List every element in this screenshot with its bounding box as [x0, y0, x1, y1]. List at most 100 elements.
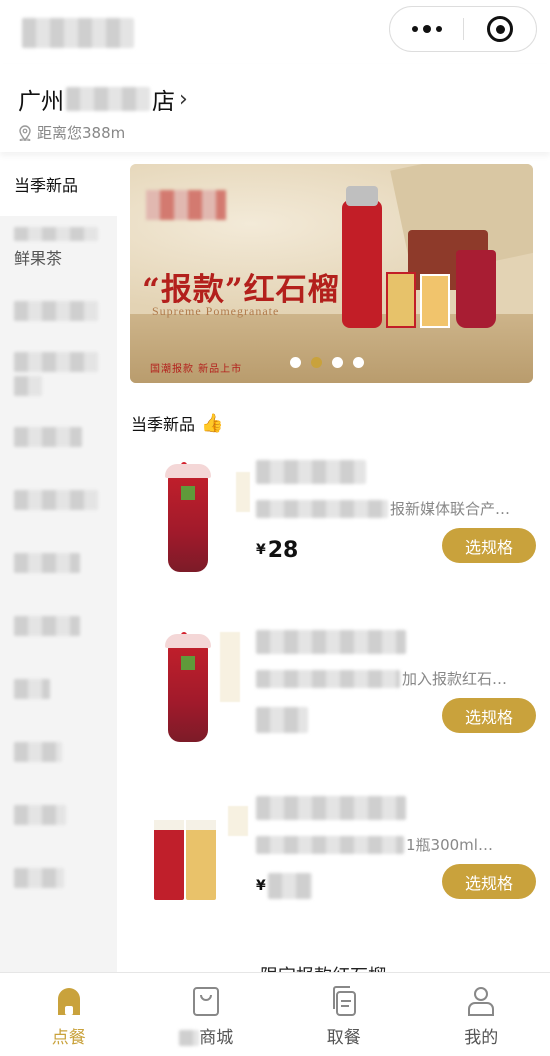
app-title-redacted: [22, 18, 134, 48]
redacted-text: [14, 552, 80, 573]
store-name-suffix: 店: [152, 89, 175, 115]
sidebar-item[interactable]: [0, 594, 117, 657]
product-card[interactable]: 加入报款红石… 选规格: [130, 626, 540, 776]
price-redacted: [256, 707, 308, 733]
sidebar-item-fruit-tea[interactable]: 鲜果茶: [0, 216, 117, 279]
tab-mall[interactable]: 商城: [138, 973, 276, 1056]
redacted-text: [256, 499, 388, 518]
sidebar-item[interactable]: [0, 846, 117, 909]
redacted-text: [14, 741, 62, 762]
product-description: 1瓶300ml…: [256, 834, 493, 855]
drink-cup-image: [165, 464, 211, 572]
product-image: [148, 462, 250, 592]
banner-flask-image: [342, 186, 382, 328]
home-icon: [57, 988, 80, 1015]
sidebar-item-label: 鲜果茶: [14, 248, 63, 268]
sidebar-item[interactable]: [0, 405, 117, 468]
location-pin-icon: [19, 124, 31, 141]
product-card[interactable]: 报新媒体联合产… ¥ 28 选规格: [130, 456, 540, 606]
chevron-right-icon: ›: [179, 86, 188, 112]
order-receipt-icon: [332, 986, 356, 1016]
redacted-text: [14, 375, 42, 396]
redacted-text: [256, 835, 404, 854]
product-description: 加入报款红石…: [256, 668, 507, 689]
product-name-redacted: [256, 630, 406, 654]
shop-bag-icon: [193, 987, 220, 1016]
dot-icon: [411, 26, 418, 32]
target-icon: [487, 16, 513, 42]
bottom-tab-bar: 点餐 商城 取餐 我的: [0, 972, 550, 1056]
banner-cup-image: [420, 274, 450, 328]
product-price: ¥ 28: [256, 537, 299, 563]
product-price: ¥: [256, 872, 312, 900]
carousel-dot-active[interactable]: [311, 357, 322, 368]
store-name-prefix: 广州: [18, 89, 64, 115]
store-selector[interactable]: 广州 店 ›: [18, 82, 188, 116]
sidebar-item[interactable]: [0, 279, 117, 342]
banner-logo-redacted: [146, 190, 226, 220]
promo-banner[interactable]: “报款”红石榴 Supreme Pomegranate 国潮报款 新品上市: [130, 164, 533, 383]
thumbs-up-icon: 👍: [201, 412, 224, 434]
carousel-dot[interactable]: [290, 357, 301, 368]
tab-label: 点餐: [51, 1028, 86, 1048]
redacted-text: [14, 226, 98, 241]
tab-label: 我的: [464, 1028, 499, 1048]
redacted-text: [14, 615, 80, 636]
carousel-indicator: [290, 357, 364, 368]
banner-cup-image: [386, 272, 416, 328]
carousel-dot[interactable]: [332, 357, 343, 368]
section-heading: 当季新品 👍: [131, 411, 223, 435]
dot-icon: [422, 25, 431, 33]
tab-profile[interactable]: 我的: [413, 973, 550, 1056]
drink-cup-image: [165, 634, 211, 742]
sidebar-item[interactable]: [0, 657, 117, 720]
product-name-redacted: [256, 460, 366, 484]
redacted-text: [14, 300, 98, 321]
bottle-image: [154, 820, 184, 900]
sidebar-item-new-season[interactable]: 当季新品: [0, 152, 117, 216]
product-tag-strip: [220, 632, 240, 702]
section-title: 当季新品: [131, 415, 196, 434]
store-distance: 距离您388m: [18, 122, 125, 143]
user-icon: [468, 987, 495, 1016]
product-name-redacted: [256, 796, 406, 820]
redacted-text: [256, 669, 400, 688]
price-redacted: [267, 873, 312, 899]
tab-order[interactable]: 点餐: [0, 973, 138, 1056]
tab-pickup[interactable]: 取餐: [275, 973, 413, 1056]
mini-program-capsule: [389, 6, 537, 52]
more-options-button[interactable]: [390, 7, 463, 51]
banner-cup-image: [456, 250, 496, 328]
product-price: [256, 706, 308, 734]
tab-label: 商城: [179, 1023, 233, 1048]
bottle-image: [186, 820, 216, 900]
choose-spec-button[interactable]: 选规格: [442, 864, 536, 899]
category-sidebar: 当季新品 鲜果茶: [0, 152, 117, 972]
redacted-text: [14, 351, 98, 372]
close-mini-program-button[interactable]: [464, 7, 536, 51]
sidebar-item-label: 当季新品: [14, 176, 79, 195]
banner-headline: “报款”红石榴: [142, 272, 340, 308]
redacted-text: [14, 426, 82, 447]
sidebar-item[interactable]: [0, 468, 117, 531]
dot-icon: [435, 26, 442, 32]
sidebar-item[interactable]: [0, 342, 117, 405]
redacted-text: [14, 489, 98, 510]
sidebar-item[interactable]: [0, 720, 117, 783]
product-card[interactable]: 1瓶300ml… ¥ 选规格: [130, 792, 540, 942]
banner-footer: 国潮报款 新品上市: [150, 364, 243, 375]
distance-text: 距离您388m: [37, 124, 126, 142]
product-image: [148, 632, 240, 762]
carousel-dot[interactable]: [353, 357, 364, 368]
tab-label: 取餐: [326, 1028, 361, 1048]
redacted-text: [14, 678, 50, 699]
store-name-redacted: [66, 87, 150, 111]
choose-spec-button[interactable]: 选规格: [442, 698, 536, 733]
sidebar-item[interactable]: [0, 783, 117, 846]
redacted-text: [14, 867, 64, 888]
choose-spec-button[interactable]: 选规格: [442, 528, 536, 563]
store-header: 广州 店 › 距离您388m: [0, 64, 550, 152]
top-bar: [0, 0, 550, 64]
sidebar-item[interactable]: [0, 531, 117, 594]
product-description: 报新媒体联合产…: [256, 498, 510, 519]
